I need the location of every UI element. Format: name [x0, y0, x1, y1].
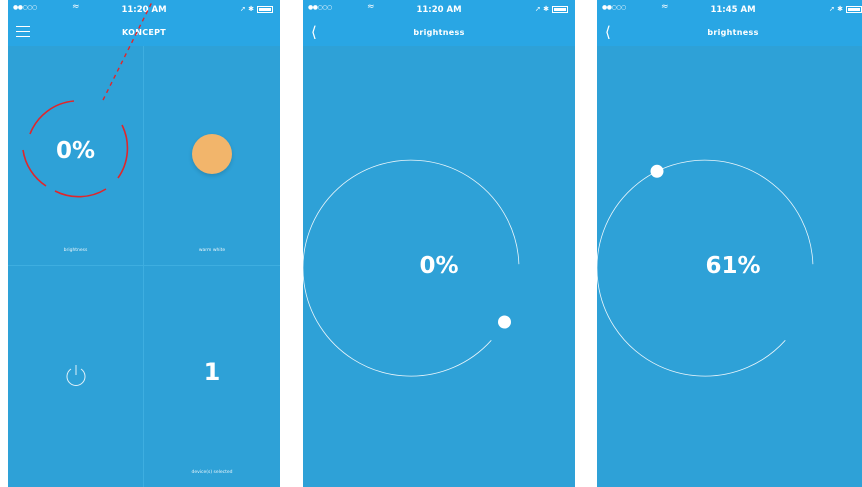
brightness-label: brightness — [63, 248, 88, 253]
battery-icon — [257, 5, 273, 13]
brightness-screen-0: ●●○○○ ≈ 11:20 AM ➚ ✱ ⟨ brightness 0% — [303, 0, 575, 487]
status-bar: ●●○○○ ≈ 11:20 AM ➚ ✱ — [303, 0, 575, 20]
location-bluetooth-icon: ➚ ✱ — [240, 5, 254, 13]
dial-knob[interactable] — [498, 315, 511, 329]
location-bluetooth-icon: ➚ ✱ — [829, 5, 843, 13]
back-chevron-icon[interactable]: ⟨ — [311, 24, 317, 40]
power-icon[interactable] — [63, 363, 89, 389]
dial-knob[interactable] — [650, 164, 664, 178]
brightness-value: 0% — [55, 138, 96, 164]
nav-bar: ⟨ brightness — [597, 20, 862, 46]
location-bluetooth-icon: ➚ ✱ — [535, 5, 549, 13]
screen-title: brightness — [707, 28, 759, 37]
status-bar: ●●○○○ ≈ 11:20 AM ➚ ✱ — [8, 0, 280, 20]
battery-icon — [552, 5, 568, 13]
devices-tile[interactable]: 1 device(s) selected — [144, 266, 280, 487]
battery-icon — [846, 5, 862, 13]
device-count: 1 — [203, 358, 221, 386]
warm-white-tile[interactable]: warm white — [144, 46, 280, 266]
nav-bar: ⟨ brightness — [303, 20, 575, 46]
brightness-tile[interactable]: 0% brightness — [8, 46, 144, 266]
status-bar: ●●○○○ ≈ 11:45 AM ➚ ✱ — [597, 0, 862, 20]
back-chevron-icon[interactable]: ⟨ — [605, 24, 611, 40]
screen-title: brightness — [413, 28, 465, 37]
nav-bar: KONCEPT — [8, 20, 280, 46]
status-time: 11:45 AM — [710, 5, 756, 15]
power-tile[interactable] — [8, 266, 144, 487]
control-grid: 0% brightness warm white 1 device(s) sel… — [8, 46, 280, 487]
brightness-screen-61: ●●○○○ ≈ 11:45 AM ➚ ✱ ⟨ brightness 61% — [597, 0, 862, 487]
warm-white-label: warm white — [198, 248, 226, 253]
brightness-percentage: 61% — [705, 253, 761, 279]
warm-white-color-swatch[interactable] — [192, 134, 232, 174]
hamburger-menu-icon[interactable] — [16, 26, 30, 38]
devices-selected-label: device(s) selected — [191, 470, 233, 475]
app-title: KONCEPT — [121, 28, 167, 37]
brightness-percentage: 0% — [419, 253, 459, 279]
dashboard-screen: ●●○○○ ≈ 11:20 AM ➚ ✱ KONCEPT 0% brightne… — [8, 0, 280, 487]
